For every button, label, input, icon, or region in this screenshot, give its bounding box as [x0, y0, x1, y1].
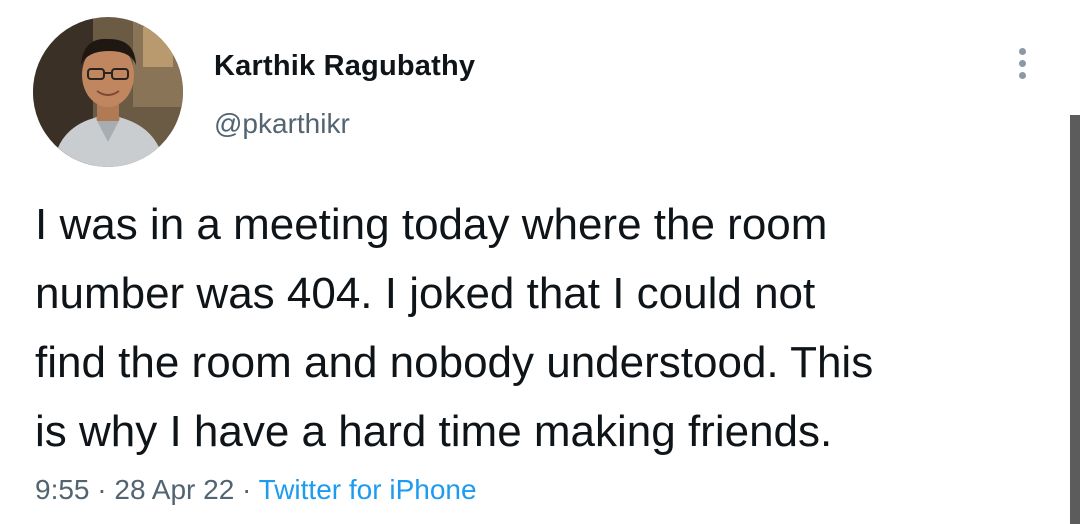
more-vertical-icon — [1019, 60, 1026, 67]
tweet-time[interactable]: 9:55 — [35, 474, 90, 505]
author-name[interactable]: Karthik Ragubathy — [214, 50, 475, 83]
scrollbar[interactable] — [1070, 115, 1080, 524]
tweet-source-link[interactable]: Twitter for iPhone — [259, 474, 477, 505]
tweet-date[interactable]: 28 Apr 22 — [114, 474, 234, 505]
tweet-text: I was in a meeting today where the room … — [35, 190, 1055, 466]
tweet-text-line: I was in a meeting today where the room — [35, 200, 828, 249]
more-vertical-icon — [1019, 48, 1026, 55]
avatar[interactable] — [33, 17, 183, 167]
tweet-text-line: is why I have a hard time making friends… — [35, 407, 833, 456]
tweet-text-line: find the room and nobody understood. Thi… — [35, 338, 874, 387]
more-options-button[interactable] — [1007, 40, 1039, 88]
tweet-meta: 9:55 · 28 Apr 22 · Twitter for iPhone — [35, 474, 477, 506]
avatar-photo — [33, 17, 183, 167]
more-vertical-icon — [1019, 72, 1026, 79]
meta-separator: · — [97, 474, 107, 505]
tweet-card: Karthik Ragubathy @pkarthikr I was in a … — [0, 0, 1080, 524]
tweet-text-line: number was 404. I joked that I could not — [35, 269, 816, 318]
meta-separator: · — [242, 474, 252, 505]
author-handle[interactable]: @pkarthikr — [214, 108, 350, 140]
